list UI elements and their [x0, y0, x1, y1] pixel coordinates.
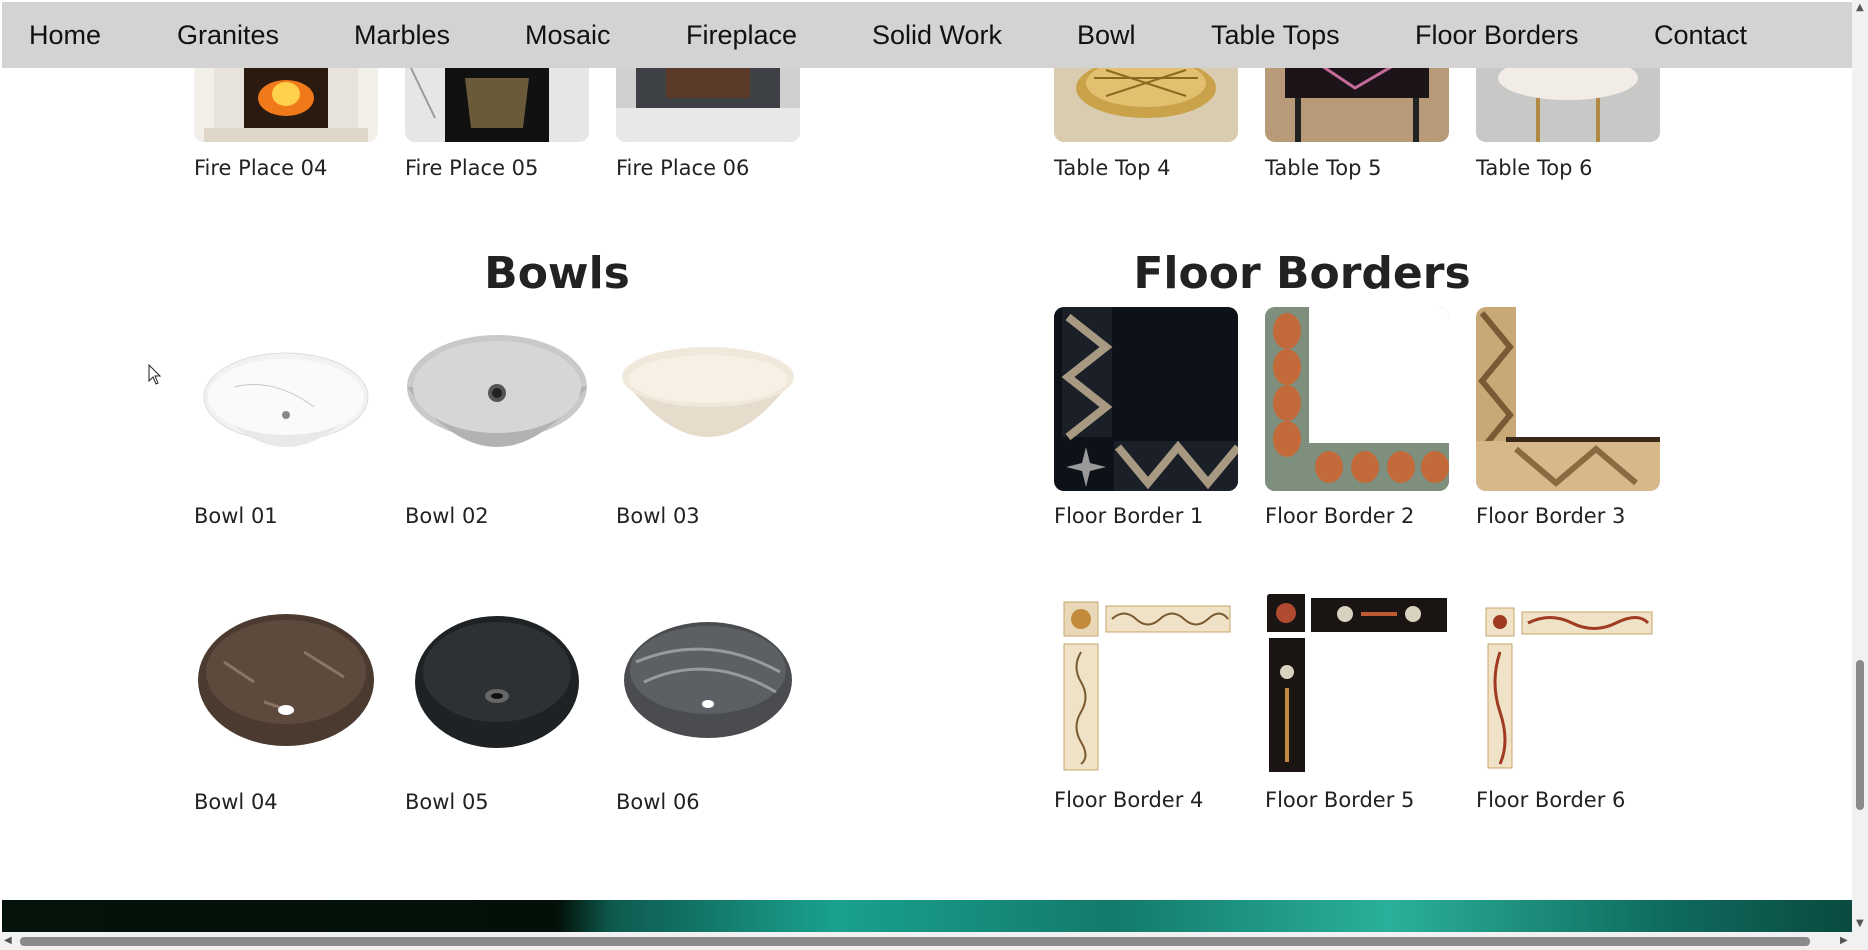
- bowl-02-caption: Bowl 02: [405, 504, 489, 528]
- floor-border-2-image[interactable]: [1265, 307, 1449, 491]
- nav-marbles[interactable]: Marbles: [354, 20, 450, 51]
- top-nav: Home Granites Marbles Mosaic Fireplace S…: [2, 2, 1852, 68]
- horizontal-scrollbar-thumb[interactable]: [20, 937, 1810, 946]
- fireplace-05-caption: Fire Place 05: [405, 156, 539, 180]
- bowl-01-caption: Bowl 01: [194, 504, 278, 528]
- nav-fireplace[interactable]: Fireplace: [686, 20, 797, 51]
- floor-border-6-caption: Floor Border 6: [1476, 788, 1626, 812]
- floor-border-3-caption: Floor Border 3: [1476, 504, 1626, 528]
- floor-border-4-image[interactable]: [1054, 592, 1238, 776]
- bowl-04-image[interactable]: [194, 592, 378, 776]
- nav-home[interactable]: Home: [29, 20, 101, 51]
- fireplace-04-caption: Fire Place 04: [194, 156, 328, 180]
- nav-contact[interactable]: Contact: [1654, 20, 1747, 51]
- table-top-5-caption: Table Top 5: [1265, 156, 1382, 180]
- floor-borders-heading: Floor Borders: [1133, 248, 1471, 299]
- floor-border-5-image[interactable]: [1265, 592, 1449, 776]
- bowl-03-caption: Bowl 03: [616, 504, 700, 528]
- mouse-cursor-icon: [148, 364, 162, 385]
- scroll-up-icon[interactable]: ▲: [1856, 2, 1864, 13]
- scroll-left-icon[interactable]: ◀: [4, 935, 12, 946]
- scroll-down-icon[interactable]: ▼: [1856, 918, 1864, 929]
- bowl-05-image[interactable]: [405, 592, 589, 776]
- floor-border-1-caption: Floor Border 1: [1054, 504, 1204, 528]
- scroll-right-icon[interactable]: ▶: [1840, 935, 1848, 946]
- bowl-03-image[interactable]: [616, 307, 800, 491]
- floor-border-3-image[interactable]: [1476, 307, 1660, 491]
- fireplace-06-caption: Fire Place 06: [616, 156, 750, 180]
- nav-mosaic[interactable]: Mosaic: [525, 20, 611, 51]
- floor-border-6-image[interactable]: [1476, 592, 1660, 776]
- bowl-02-image[interactable]: [405, 307, 589, 491]
- bowl-06-image[interactable]: [616, 592, 800, 776]
- bowl-06-caption: Bowl 06: [616, 790, 700, 814]
- bowls-heading: Bowls: [484, 248, 630, 299]
- nav-table-tops[interactable]: Table Tops: [1211, 20, 1340, 51]
- horizontal-scrollbar[interactable]: ◀ ▶: [0, 932, 1868, 950]
- nav-solid-work[interactable]: Solid Work: [872, 20, 1002, 51]
- nav-bowl[interactable]: Bowl: [1077, 20, 1136, 51]
- nav-granites[interactable]: Granites: [177, 20, 279, 51]
- footer-banner: [2, 900, 1852, 932]
- floor-border-4-caption: Floor Border 4: [1054, 788, 1204, 812]
- bowl-04-caption: Bowl 04: [194, 790, 278, 814]
- table-top-6-caption: Table Top 6: [1476, 156, 1593, 180]
- vertical-scrollbar[interactable]: ▲ ▼: [1852, 0, 1868, 932]
- table-top-4-caption: Table Top 4: [1054, 156, 1171, 180]
- bowl-01-image[interactable]: [194, 307, 378, 491]
- page: Home Granites Marbles Mosaic Fireplace S…: [2, 2, 1852, 932]
- nav-floor-borders[interactable]: Floor Borders: [1415, 20, 1579, 51]
- floor-border-5-caption: Floor Border 5: [1265, 788, 1415, 812]
- bowl-05-caption: Bowl 05: [405, 790, 489, 814]
- floor-border-2-caption: Floor Border 2: [1265, 504, 1415, 528]
- floor-border-1-image[interactable]: [1054, 307, 1238, 491]
- vertical-scrollbar-thumb[interactable]: [1856, 660, 1864, 810]
